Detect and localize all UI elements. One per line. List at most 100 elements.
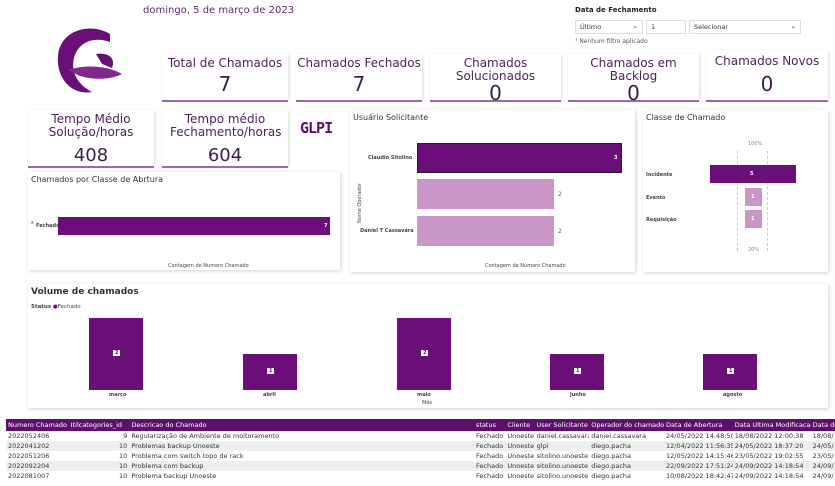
kpi-title: Total de Chamados	[167, 56, 283, 70]
kpi-backlog: Chamados em Backlog 0	[568, 54, 699, 105]
bar-fechado[interactable]	[58, 217, 330, 235]
data-label: 5	[750, 171, 754, 177]
chart-title: Classe de Chamado	[646, 113, 726, 122]
table-cell: diego.pacha	[591, 452, 632, 460]
table-row[interactable]: 2022051206 10 Problema com switch topo de …	[6, 451, 835, 461]
chart-classe-abertura: Chamados por Classe de Abrtura s Fechado…	[28, 172, 340, 270]
category-label: Requisição	[646, 217, 677, 223]
table-cell: Unoeste	[505, 441, 535, 451]
unit-select-value: Selecionar	[694, 23, 729, 31]
table-cell: 9	[123, 432, 128, 440]
table-header-row: Numero Chamado Itilcategories_id Descricao…	[6, 419, 835, 431]
kpi-title: Tempo médio Fechamento/horas	[170, 112, 282, 139]
table-row[interactable]: 2022092204 10 Problema com backup Fechado Un…	[6, 461, 835, 471]
table-cell: sitolino.unoeste	[536, 472, 589, 480]
table-cell: Unoeste	[507, 472, 535, 480]
table-cell: 24/05/2022 14:48:50	[666, 432, 733, 440]
kpi-value: 408	[73, 145, 109, 166]
data-label: 1	[727, 368, 735, 374]
kpi-new: Chamados Novos 0	[706, 50, 828, 100]
data-label: 1	[267, 368, 275, 374]
table-cell: 2022051206	[8, 452, 50, 460]
chevron-down-icon: ⌄	[790, 22, 796, 30]
funnel-bottom-label: 20%	[748, 247, 760, 253]
table-cell: 12/04/2022 11:56:35	[664, 441, 733, 451]
table-cell: 18/08/	[812, 432, 834, 440]
table-cell: daniel.cassavara	[536, 432, 590, 440]
filter-title: Data de Fechamento	[575, 6, 657, 14]
table-cell: 24/09/2022 14:18:54	[732, 461, 811, 471]
data-label: 2	[558, 228, 562, 235]
table-header-cell[interactable]: Operador do chamado	[589, 419, 665, 431]
table-cell: Fechado	[476, 472, 504, 480]
tick-label: maio	[417, 392, 431, 398]
period-select-value: Último	[580, 23, 602, 31]
category-label: Incidente	[646, 172, 673, 178]
table-cell: 10	[119, 452, 128, 460]
table-cell: daniel.cassavara	[591, 432, 646, 440]
glpi-logo: GLPI	[300, 119, 333, 137]
table-header-cell[interactable]: User Solicitante	[534, 419, 590, 431]
table-header-cell[interactable]: Itilcategories_id	[68, 419, 130, 431]
chart-classe-chamado: Classe de Chamado 100% Incidente 5 Event…	[643, 110, 828, 272]
category-label: Fechado	[36, 223, 60, 229]
table-cell: 2022081007	[8, 472, 50, 480]
kpi-value: 0	[760, 72, 774, 96]
table-header-cell[interactable]: Cliente	[505, 419, 535, 431]
chart-title: Volume de chamados	[31, 287, 139, 297]
table-row[interactable]: 2022041202 10 Problemas backup Unoeste Fech…	[6, 441, 835, 451]
data-label: 2	[558, 191, 562, 198]
period-select[interactable]: Último ⌄	[575, 20, 643, 34]
unit-select[interactable]: Selecionar ⌄	[689, 20, 801, 34]
kpi-value: 0	[627, 81, 640, 105]
table-cell: 12/05/2022 14:15:46	[666, 452, 733, 460]
table-cell: 23/05/	[812, 452, 834, 460]
kpi-avg-solution: Tempo Médio Solução/horas 408	[28, 110, 154, 166]
kpi-avg-closing: Tempo médio Fechamento/horas 604	[162, 110, 288, 166]
filter-note: ⁷ Nenhum filtro aplicado	[575, 38, 648, 45]
table-cell: Regularização de Ambiente de moitorament…	[131, 432, 280, 440]
table-cell: 24/09/	[812, 472, 834, 480]
table-cell: Unoeste	[507, 432, 535, 440]
table-header-cell[interactable]: Data de	[810, 419, 835, 431]
table-row[interactable]: 2022052406 9 Regularização de Ambiente de …	[6, 431, 835, 441]
category-label: Daniel T Cassavara	[360, 228, 414, 234]
tick-label: agosto	[723, 392, 743, 398]
tickets-table: Numero Chamado Itilcategories_id Descricao…	[6, 419, 835, 481]
table-cell: sitolino.unoeste	[534, 461, 590, 471]
filter-note-text: Nenhum filtro aplicado	[579, 38, 648, 45]
table-header-cell[interactable]: Numero Chamado	[6, 419, 69, 431]
table-cell: 23/05/2022 19:02:55	[734, 452, 804, 460]
table-cell: Problema com switch topo de rack	[131, 452, 244, 460]
table-cell: 10	[68, 461, 130, 471]
bar-daniel[interactable]	[417, 216, 554, 246]
chevron-down-icon: ⌄	[632, 22, 638, 30]
table-cell: Fechado	[476, 452, 504, 460]
kpi-title: Tempo Médio Solução/horas	[48, 112, 134, 139]
tick-label: junho	[570, 392, 586, 398]
table-row[interactable]: 2022081007 10 Problema backup Unoeste Fecha…	[6, 471, 835, 481]
table-cell: Problema backup Unoeste	[131, 472, 217, 480]
table-header-cell[interactable]: Descricao do Chamado	[129, 419, 475, 431]
kpi-value: 7	[218, 72, 232, 96]
bar-claudio[interactable]	[417, 143, 622, 173]
kpi-title: Chamados Fechados	[297, 56, 421, 70]
table-cell: 22/09/2022 17:51:24	[664, 461, 733, 471]
table-cell: Unoeste	[507, 452, 535, 460]
table-header-cell[interactable]: Data Ultima Modificacao	[732, 419, 811, 431]
kpi-total: Total de Chamados 7	[162, 54, 288, 100]
kpi-value: 604	[207, 145, 243, 166]
data-label: 2	[421, 350, 429, 356]
bar-user-2[interactable]	[417, 179, 554, 209]
table-cell: sitolino.unoeste	[536, 452, 589, 460]
tick-label: março	[109, 392, 127, 398]
chart-usuario-solicitante: Usuário Solicitante Nome Operador Claudi…	[350, 110, 635, 272]
legend-label: Fechado	[57, 304, 81, 310]
count-input[interactable]: 1	[646, 20, 686, 34]
axis-label: s	[31, 220, 34, 226]
data-label: 1	[751, 194, 755, 200]
data-label: 7	[324, 223, 328, 229]
table-header-cell[interactable]: status	[474, 419, 506, 431]
category-label: Evento	[646, 195, 666, 201]
table-header-cell[interactable]: Data de Abertura	[664, 419, 733, 431]
